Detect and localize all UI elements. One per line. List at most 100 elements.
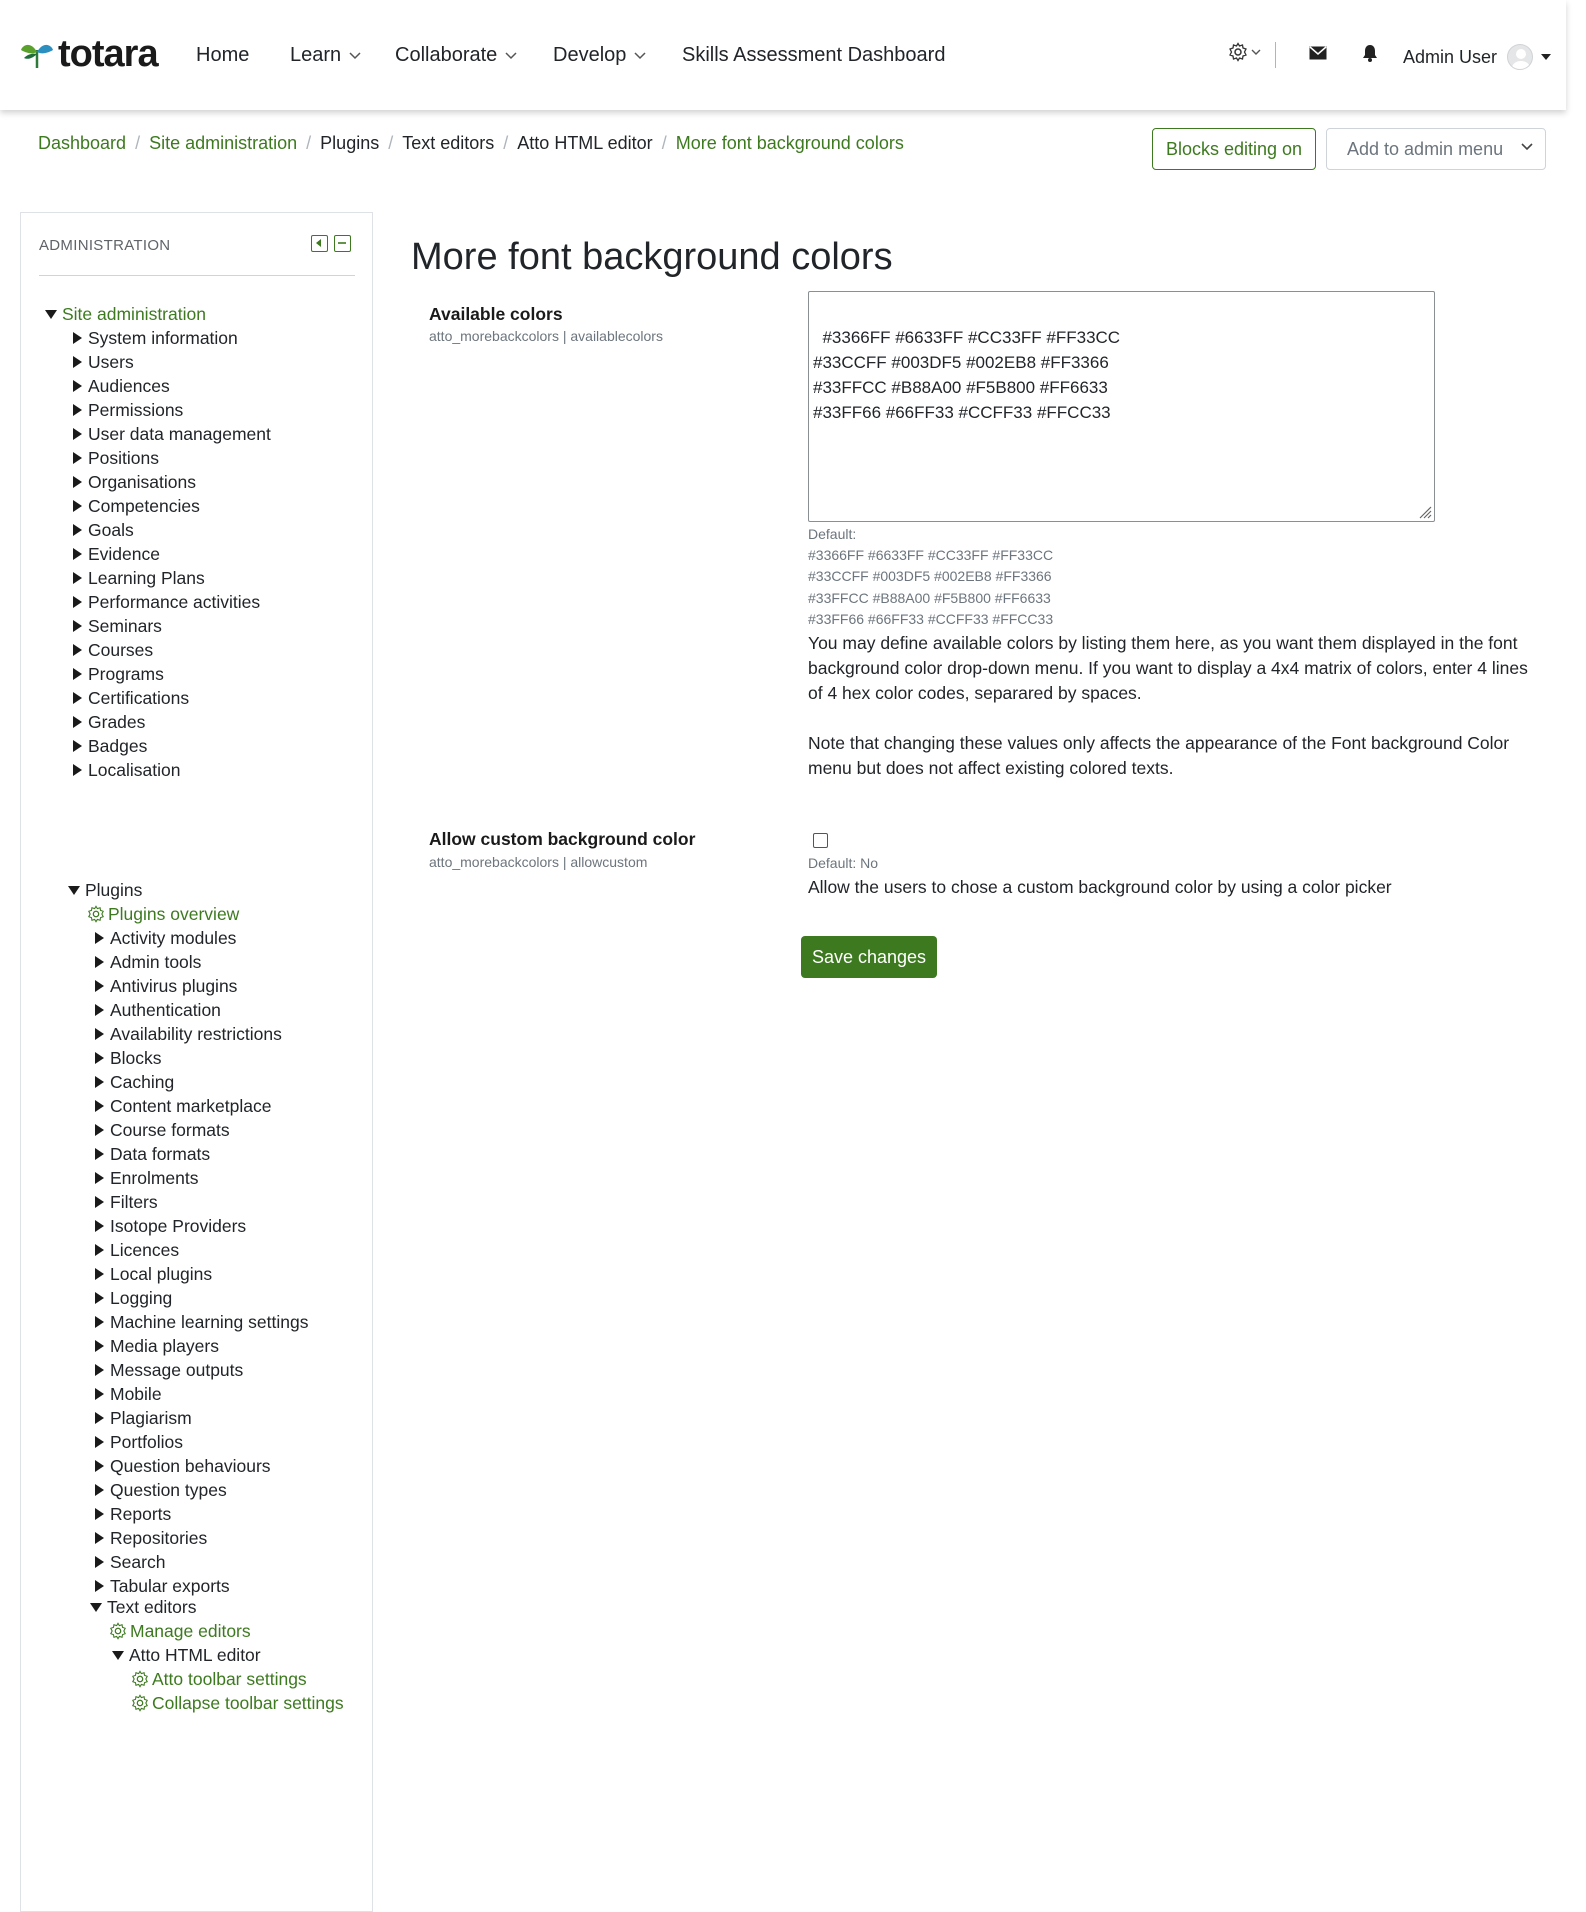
collapsed-arrow-icon (95, 980, 104, 992)
tree-item-system-information[interactable]: System information (73, 325, 238, 351)
tree-item-organisations[interactable]: Organisations (73, 469, 196, 495)
collapsed-arrow-icon (95, 1340, 104, 1352)
tree-item-courses[interactable]: Courses (73, 637, 153, 663)
breadcrumb-atto-html-editor: Atto HTML editor (517, 133, 653, 153)
collapsed-arrow-icon (95, 1292, 104, 1304)
tree-label: Users (88, 351, 134, 372)
breadcrumb-current-page[interactable]: More font background colors (676, 133, 904, 154)
tree-item-blocks[interactable]: Blocks (95, 1045, 162, 1071)
tree-item-plagiarism[interactable]: Plagiarism (95, 1405, 192, 1431)
tree-item-caching[interactable]: Caching (95, 1069, 174, 1095)
tree-item-performance-activities[interactable]: Performance activities (73, 589, 260, 615)
tree-item-data-formats[interactable]: Data formats (95, 1141, 210, 1167)
nav-learn[interactable]: Learn (290, 44, 361, 67)
tree-item-grades[interactable]: Grades (73, 709, 145, 735)
tree-item-activity-modules[interactable]: Activity modules (95, 925, 236, 951)
tree-item-permissions[interactable]: Permissions (73, 397, 183, 423)
tree-item-logging[interactable]: Logging (95, 1285, 172, 1311)
tree-plugins[interactable]: Plugins (68, 877, 142, 903)
nav-collaborate[interactable]: Collaborate (395, 44, 517, 67)
nav-develop[interactable]: Develop (553, 44, 646, 67)
tree-label: Collapse toolbar settings (152, 1692, 344, 1713)
tree-item-user-data-management[interactable]: User data management (73, 421, 271, 447)
tree-item-authentication[interactable]: Authentication (95, 997, 221, 1023)
user-menu[interactable]: Admin User (1403, 44, 1552, 70)
available-colors-textarea[interactable]: #3366FF #6633FF #CC33FF #FF33CC #33CCFF … (808, 291, 1435, 522)
nav-home[interactable]: Home (196, 44, 249, 67)
tree-item-filters[interactable]: Filters (95, 1189, 158, 1215)
collapsed-arrow-icon (73, 596, 82, 608)
tree-item-search[interactable]: Search (95, 1549, 165, 1575)
tree-item-licences[interactable]: Licences (95, 1237, 179, 1263)
tree-item-positions[interactable]: Positions (73, 445, 159, 471)
tree-item-seminars[interactable]: Seminars (73, 613, 162, 639)
tree-item-goals[interactable]: Goals (73, 517, 134, 543)
allow-custom-checkbox[interactable] (813, 833, 828, 848)
tree-atto-toolbar-settings[interactable]: Atto toolbar settings (131, 1666, 307, 1692)
tree-text-editors[interactable]: Text editors (90, 1594, 196, 1620)
tree-item-users[interactable]: Users (73, 349, 134, 375)
tree-item-message-outputs[interactable]: Message outputs (95, 1357, 243, 1383)
tree-label: Blocks (110, 1047, 162, 1068)
tree-collapse-toolbar-settings[interactable]: Collapse toolbar settings (131, 1690, 344, 1716)
tree-item-certifications[interactable]: Certifications (73, 685, 189, 711)
collapsed-arrow-icon (73, 572, 82, 584)
tree-item-question-types[interactable]: Question types (95, 1477, 227, 1503)
tree-item-machine-learning-settings[interactable]: Machine learning settings (95, 1309, 308, 1335)
tree-item-media-players[interactable]: Media players (95, 1333, 219, 1359)
administration-block: ADMINISTRATION Site administration Syste… (20, 212, 373, 1912)
collapsed-arrow-icon (95, 1028, 104, 1040)
tree-item-programs[interactable]: Programs (73, 661, 164, 687)
tree-item-reports[interactable]: Reports (95, 1501, 171, 1527)
tree-item-audiences[interactable]: Audiences (73, 373, 170, 399)
tree-label: Caching (110, 1071, 175, 1092)
collapsed-arrow-icon (95, 1268, 104, 1280)
tree-item-content-marketplace[interactable]: Content marketplace (95, 1093, 271, 1119)
dock-block-button[interactable] (311, 235, 328, 252)
settings-menu[interactable] (1228, 42, 1261, 62)
tree-item-evidence[interactable]: Evidence (73, 541, 160, 567)
tree-item-course-formats[interactable]: Course formats (95, 1117, 230, 1143)
save-changes-button[interactable]: Save changes (801, 936, 937, 978)
nav-skills-dashboard[interactable]: Skills Assessment Dashboard (682, 44, 945, 67)
tree-item-question-behaviours[interactable]: Question behaviours (95, 1453, 271, 1479)
breadcrumb-site-administration[interactable]: Site administration (149, 133, 297, 154)
breadcrumb-dashboard[interactable]: Dashboard (38, 133, 126, 154)
add-to-admin-menu-select[interactable]: Add to admin menu (1326, 128, 1546, 170)
tree-label: Goals (88, 519, 134, 540)
totara-logo[interactable]: totara (20, 34, 159, 74)
tree-item-availability-restrictions[interactable]: Availability restrictions (95, 1021, 282, 1047)
tree-item-repositories[interactable]: Repositories (95, 1525, 207, 1551)
collapsed-arrow-icon (73, 428, 82, 440)
tree-item-enrolments[interactable]: Enrolments (95, 1165, 199, 1191)
tree-label: Courses (88, 639, 154, 660)
tree-atto-html-editor[interactable]: Atto HTML editor (112, 1642, 261, 1668)
tree-item-competencies[interactable]: Competencies (73, 493, 200, 519)
tree-item-mobile[interactable]: Mobile (95, 1381, 162, 1407)
tree-item-portfolios[interactable]: Portfolios (95, 1429, 183, 1455)
breadcrumb-plugins: Plugins (320, 133, 380, 153)
block-title: ADMINISTRATION (39, 237, 171, 254)
tree-item-learning-plans[interactable]: Learning Plans (73, 565, 205, 591)
tree-item-isotope-providers[interactable]: Isotope Providers (95, 1213, 246, 1239)
tree-site-administration[interactable]: Site administration (45, 301, 206, 327)
breadcrumb-separator: / (661, 133, 667, 153)
blocks-editing-button[interactable]: Blocks editing on (1152, 128, 1316, 170)
tree-manage-editors[interactable]: Manage editors (109, 1618, 251, 1644)
tree-plugins-overview[interactable]: Plugins overview (87, 901, 239, 927)
tree-item-local-plugins[interactable]: Local plugins (95, 1261, 212, 1287)
tree-item-localisation[interactable]: Localisation (73, 757, 180, 783)
tree-item-badges[interactable]: Badges (73, 733, 147, 759)
tree-item-admin-tools[interactable]: Admin tools (95, 949, 201, 975)
tree-label: Performance activities (88, 591, 261, 612)
collapse-block-button[interactable] (334, 235, 351, 252)
tree-label: Competencies (88, 495, 200, 516)
collapsed-arrow-icon (73, 500, 82, 512)
tree-item-antivirus-plugins[interactable]: Antivirus plugins (95, 973, 237, 999)
notifications-button[interactable] (1362, 44, 1378, 62)
resize-handle-icon[interactable] (1416, 503, 1432, 519)
breadcrumb-separator: / (503, 133, 509, 153)
collapsed-arrow-icon (95, 1100, 104, 1112)
collapsed-arrow-icon (73, 380, 82, 392)
messages-button[interactable] (1309, 46, 1327, 60)
